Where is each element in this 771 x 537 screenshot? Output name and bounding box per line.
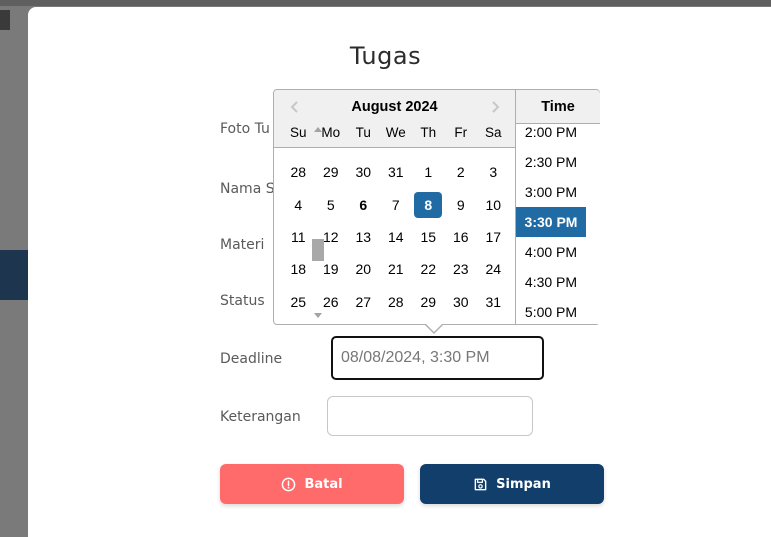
time-list[interactable]: 2:00 PM 2:30 PM 3:00 PM 3:30 PM 4:00 PM 4:30 … [516, 124, 600, 324]
calendar-day[interactable]: 13 [349, 224, 377, 250]
calendar-day[interactable]: 21 [382, 256, 410, 282]
calendar-day[interactable]: 22 [414, 256, 442, 282]
time-option[interactable]: 3:00 PM [516, 177, 586, 207]
datepicker-pointer-fill [426, 324, 442, 332]
scroll-up-arrow-icon[interactable] [314, 127, 322, 132]
time-option[interactable]: 2:30 PM [516, 147, 586, 177]
backdrop-menu-icon [0, 10, 10, 30]
alert-circle-icon [281, 477, 296, 492]
calendar-day[interactable]: 9 [447, 192, 475, 218]
calendar-day[interactable]: 27 [349, 289, 377, 315]
calendar-day[interactable]: 14 [382, 224, 410, 250]
calendar-day[interactable]: 20 [349, 256, 377, 282]
time-option[interactable]: 5:00 PM [516, 297, 586, 324]
batal-label: Batal [304, 476, 343, 492]
backdrop-topbar [0, 0, 771, 6]
current-month-label: August 2024 [351, 99, 438, 115]
calendar-days-grid: 28 29 30 31 1 2 3 4 5 6 7 8 9 10 11 12 13 14 15 16 17 18 19 20 2… [282, 156, 510, 318]
batal-button[interactable]: Batal [220, 464, 404, 504]
simpan-label: Simpan [496, 476, 551, 492]
calendar-week-row: 4 5 6 7 8 9 10 [282, 188, 510, 220]
day-of-week-label: Su [289, 125, 307, 140]
calendar-day[interactable]: 29 [414, 289, 442, 315]
day-of-week-label: Sa [484, 125, 502, 140]
calendar-day[interactable]: 11 [284, 224, 312, 250]
calendar-day[interactable]: 18 [284, 256, 312, 282]
day-of-week-label: Tu [355, 125, 371, 140]
simpan-button[interactable]: Simpan [420, 464, 604, 504]
time-option[interactable]: 4:30 PM [516, 267, 586, 297]
datepicker-popup: August 2024 Su Mo Tu We Th Fr Sa 28 29 30 31 1 2 3 4 5… [273, 89, 600, 325]
day-of-week-label: We [385, 125, 406, 140]
calendar-day[interactable]: 16 [447, 224, 475, 250]
modal-title: Tugas [349, 42, 422, 70]
calendar-header: August 2024 Su Mo Tu We Th Fr Sa [274, 90, 515, 148]
label-materi: Materi [220, 237, 265, 253]
calendar-day[interactable]: 24 [479, 256, 507, 282]
keterangan-input[interactable] [327, 396, 533, 436]
time-scrollbar-thumb[interactable] [312, 239, 324, 261]
calendar-day[interactable]: 30 [447, 289, 475, 315]
day-of-week-label: Fr [454, 125, 468, 140]
calendar-day[interactable]: 7 [382, 192, 410, 218]
calendar-day[interactable]: 6 [349, 192, 377, 218]
calendar-day[interactable]: 29 [317, 159, 345, 185]
calendar-day[interactable]: 23 [447, 256, 475, 282]
label-nama: Nama S [220, 181, 275, 197]
scroll-down-arrow-icon[interactable] [314, 313, 322, 318]
calendar-day[interactable]: 2 [447, 159, 475, 185]
calendar-day[interactable]: 28 [284, 159, 312, 185]
calendar-day[interactable]: 10 [479, 192, 507, 218]
calendar-day[interactable]: 30 [349, 159, 377, 185]
time-panel: Time 2:00 PM 2:30 PM 3:00 PM 3:30 PM 4:00 PM… [515, 90, 600, 324]
time-option[interactable]: 2:00 PM [516, 124, 586, 147]
calendar-day[interactable]: 8 [414, 191, 443, 218]
label-foto-tugas: Foto Tu [220, 121, 270, 137]
backdrop-sidebar-item [0, 250, 30, 300]
chevron-right-icon [492, 101, 500, 113]
calendar-panel: August 2024 Su Mo Tu We Th Fr Sa 28 29 30 31 1 2 3 4 5… [274, 90, 515, 324]
calendar-day[interactable]: 17 [479, 224, 507, 250]
calendar-day[interactable]: 1 [414, 159, 442, 185]
calendar-day[interactable]: 3 [479, 159, 507, 185]
deadline-input[interactable]: 08/08/2024, 3:30 PM [331, 336, 544, 380]
time-option[interactable]: 3:30 PM [516, 207, 586, 237]
save-icon [473, 477, 488, 492]
calendar-day[interactable]: 26 [317, 289, 345, 315]
calendar-day[interactable]: 31 [382, 159, 410, 185]
calendar-day[interactable]: 25 [284, 289, 312, 315]
calendar-day[interactable]: 5 [317, 192, 345, 218]
day-of-week-label: Th [420, 125, 437, 140]
label-keterangan: Keterangan [220, 409, 301, 425]
time-header: Time [516, 90, 600, 124]
calendar-day[interactable]: 28 [382, 289, 410, 315]
calendar-week-row: 28 29 30 31 1 2 3 [282, 156, 510, 188]
next-month-button[interactable] [488, 100, 502, 114]
calendar-day[interactable]: 15 [414, 224, 442, 250]
label-deadline: Deadline [220, 351, 283, 367]
time-scrollbar[interactable] [586, 124, 600, 324]
calendar-day[interactable]: 4 [284, 192, 312, 218]
time-option[interactable]: 4:00 PM [516, 237, 586, 267]
calendar-day[interactable]: 31 [479, 289, 507, 315]
label-status: Status [220, 293, 265, 309]
